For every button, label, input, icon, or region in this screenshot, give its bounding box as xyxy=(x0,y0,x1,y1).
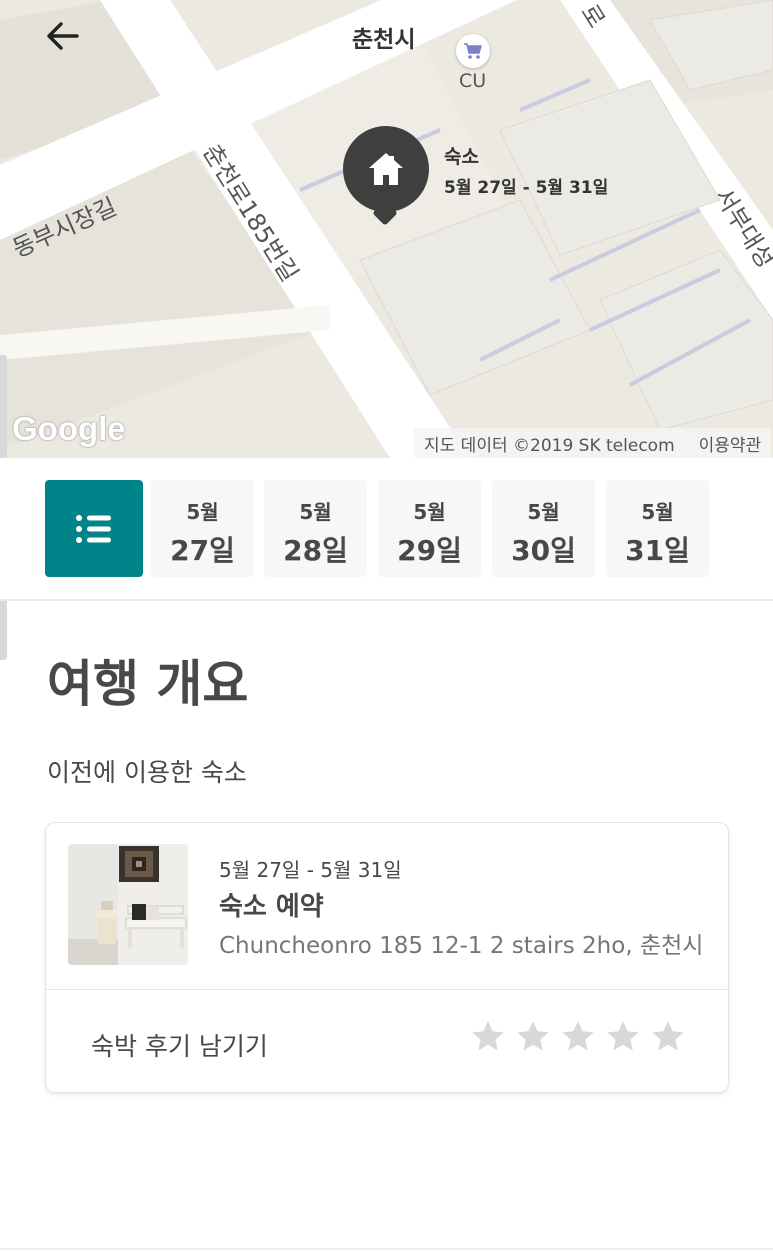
star-icon[interactable] xyxy=(470,1019,506,1055)
day-button-27[interactable]: 5월 27일 xyxy=(151,480,254,577)
star-icon[interactable] xyxy=(650,1019,686,1055)
day-button-28[interactable]: 5월 28일 xyxy=(264,480,367,577)
stay-title: 숙소 예약 xyxy=(219,892,324,922)
pin-title: 숙소 xyxy=(444,146,479,168)
section-label-previous-stays: 이전에 이용한 숙소 xyxy=(47,758,247,787)
day-month: 5월 xyxy=(186,500,219,524)
stay-address: Chuncheonro 185 12-1 2 stairs 2ho, 춘천시 xyxy=(219,933,704,959)
pin-dates: 5월 27일 - 5월 31일 xyxy=(444,178,609,198)
day-month: 5월 xyxy=(299,500,332,524)
card-divider xyxy=(46,989,728,990)
poi-cu-marker[interactable] xyxy=(456,34,490,68)
stay-dates: 5월 27일 - 5월 31일 xyxy=(219,858,402,882)
google-logo: Google xyxy=(12,410,126,447)
star-icon[interactable] xyxy=(605,1019,641,1055)
home-icon xyxy=(369,153,403,185)
stay-card-details[interactable]: 5월 27일 - 5월 31일 숙소 예약 Chuncheonro 185 12… xyxy=(46,823,728,989)
leave-review-label: 숙박 후기 남기기 xyxy=(91,1032,268,1061)
listing-map-pin[interactable] xyxy=(343,126,429,212)
map-background xyxy=(0,0,773,458)
star-icon[interactable] xyxy=(560,1019,596,1055)
map-attribution: 지도 데이터 ©2019 SK telecom 이용약관 xyxy=(414,428,772,458)
day-button-29[interactable]: 5월 29일 xyxy=(378,480,481,577)
stay-card: 5월 27일 - 5월 31일 숙소 예약 Chuncheonro 185 12… xyxy=(45,822,729,1093)
day-button-31[interactable]: 5월 31일 xyxy=(606,480,709,577)
date-strip: 5월 27일 5월 28일 5월 29일 5월 30일 5월 31일 xyxy=(0,458,773,601)
day-date: 28일 xyxy=(283,534,348,567)
listing-photo xyxy=(68,844,188,965)
day-month: 5월 xyxy=(527,500,560,524)
star-icon[interactable] xyxy=(515,1019,551,1055)
attribution-text: 지도 데이터 ©2019 SK telecom xyxy=(424,435,675,456)
day-date: 30일 xyxy=(511,534,576,567)
page-title: 여행 개요 xyxy=(47,655,249,713)
day-date: 27일 xyxy=(170,534,235,567)
map-view[interactable]: 동부시장길 춘천로185번길 서부대성 로 춘천시 CU 숙소 5월 27일 -… xyxy=(0,0,773,458)
rating-stars xyxy=(470,1019,686,1055)
day-month: 5월 xyxy=(641,500,674,524)
bottom-divider xyxy=(0,1248,773,1250)
day-date: 31일 xyxy=(625,534,690,567)
day-month: 5월 xyxy=(413,500,446,524)
back-arrow-icon xyxy=(47,22,79,50)
list-view-button[interactable] xyxy=(45,480,143,577)
day-button-30[interactable]: 5월 30일 xyxy=(492,480,595,577)
day-date: 29일 xyxy=(397,534,462,567)
list-icon xyxy=(76,514,111,543)
terms-link[interactable]: 이용약관 xyxy=(699,431,762,456)
listing-thumbnail xyxy=(68,844,188,965)
cart-icon xyxy=(464,43,482,59)
poi-cu-label: CU xyxy=(459,70,487,92)
map-city-label: 춘천시 xyxy=(352,27,416,53)
back-button[interactable] xyxy=(40,16,84,56)
